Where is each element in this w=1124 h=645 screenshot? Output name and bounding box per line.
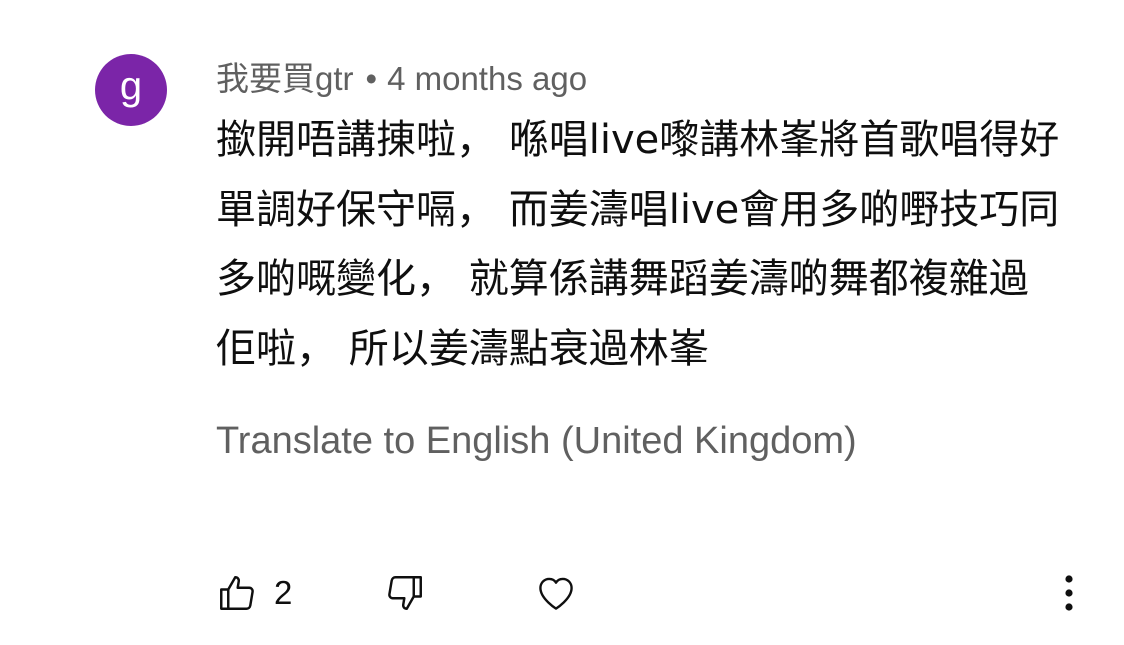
comment: g 我要買gtr • 4 months ago 撳開唔講㨂啦， 喺唱live嚟講林峯… [0, 0, 1124, 645]
comment-text-line: 撳開唔講㨂啦， 喺唱live嚟講林峯將首歌唱得好 [216, 117, 1060, 163]
comment-time[interactable]: 4 months ago [387, 60, 587, 97]
comment-text-line: 單調好保守嗝， 而姜濤唱live會用多啲嘢技巧同 [216, 186, 1060, 233]
avatar[interactable]: g [95, 54, 167, 126]
separator-dot: • [365, 60, 378, 97]
comment-header: 我要買gtr • 4 months ago [216, 52, 587, 100]
thumb-down-icon [384, 572, 426, 614]
more-vertical-icon [1064, 573, 1074, 613]
comment-text: 撳開唔講㨂啦， 喺唱live嚟講林峯將首歌唱得好 單調好保守嗝， 而姜濤唱liv… [216, 106, 1096, 384]
more-options-button[interactable] [1056, 568, 1082, 618]
comment-text-line: 多啲嘅變化， 就算係講舞蹈姜濤啲舞都複雜過 [216, 256, 1029, 302]
dislike-button[interactable] [384, 568, 426, 618]
like-button[interactable]: 2 [216, 568, 292, 618]
comment-text-line: 佢啦， 所以姜濤點衰過林峯 [216, 325, 709, 372]
comment-actions: 2 [216, 568, 1096, 618]
heart-button[interactable] [534, 568, 578, 618]
author-name[interactable]: 我要買gtr [216, 60, 354, 97]
heart-icon [534, 571, 578, 615]
avatar-letter: g [119, 64, 143, 108]
thumb-up-icon [216, 572, 258, 614]
like-count: 2 [274, 574, 293, 611]
translate-link[interactable]: Translate to English (United Kingdom) [216, 420, 857, 463]
